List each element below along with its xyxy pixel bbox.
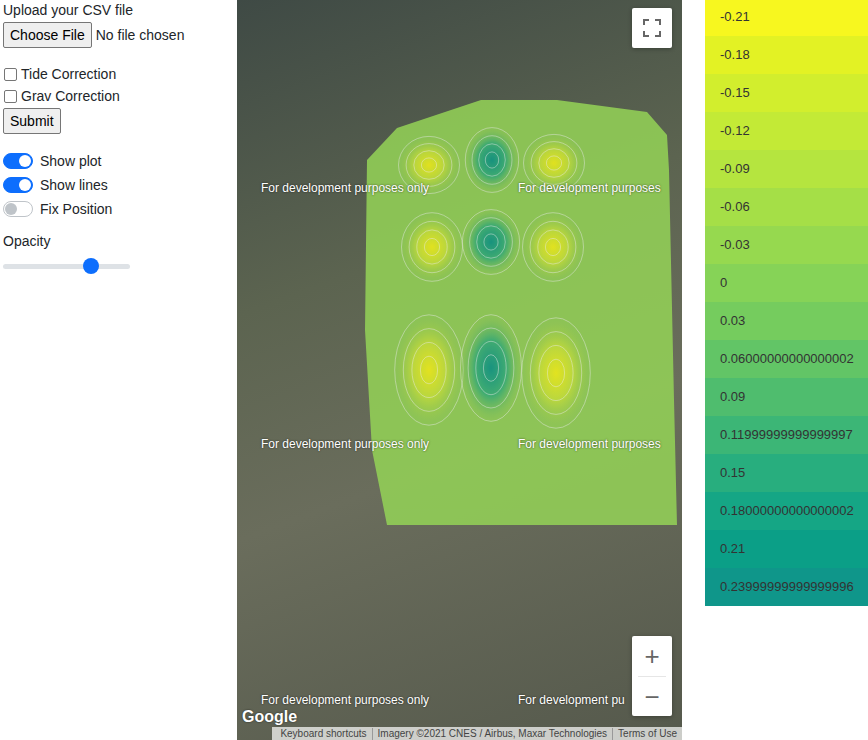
dev-watermark: For development purposes bbox=[518, 437, 661, 452]
opacity-label: Opacity bbox=[3, 232, 237, 250]
legend-value: 0.15 bbox=[720, 463, 745, 483]
slider-rail bbox=[3, 264, 130, 269]
legend-gap bbox=[682, 0, 705, 740]
attribution-item[interactable]: Terms of Use bbox=[612, 728, 682, 740]
legend-row: 0.23999999999999996 bbox=[705, 568, 868, 606]
opacity-slider[interactable] bbox=[3, 258, 130, 274]
legend-value: -0.09 bbox=[720, 159, 750, 179]
checkbox-label: Grav Correction bbox=[21, 86, 120, 107]
legend-value: 0.09 bbox=[720, 387, 745, 407]
toggle-switch[interactable] bbox=[3, 177, 33, 193]
legend-row: -0.12 bbox=[705, 112, 868, 150]
submit-wrap: Submit bbox=[3, 108, 237, 134]
dev-watermark: For development pu bbox=[518, 693, 625, 708]
legend-value: -0.21 bbox=[720, 7, 750, 27]
submit-button[interactable]: Submit bbox=[3, 108, 61, 134]
legend-row: -0.09 bbox=[705, 150, 868, 188]
legend-row: 0.21 bbox=[705, 530, 868, 568]
legend-row: 0.18000000000000002 bbox=[705, 492, 868, 530]
zoom-control: +− bbox=[632, 636, 672, 716]
legend-value: 0.23999999999999996 bbox=[720, 577, 854, 597]
checkbox-label: Tide Correction bbox=[21, 64, 116, 85]
slider-track[interactable] bbox=[3, 258, 130, 274]
legend-value: 0.21 bbox=[720, 539, 745, 559]
toggle-switch[interactable] bbox=[3, 153, 33, 169]
legend-value: -0.15 bbox=[720, 83, 750, 103]
legend-row: -0.06 bbox=[705, 188, 868, 226]
map[interactable]: For development purposes only For develop… bbox=[237, 0, 682, 740]
legend-value: -0.18 bbox=[720, 45, 750, 65]
color-legend: -0.21 -0.18 -0.15 -0.12 -0.09 -0.06 -0.03 0 0.03… bbox=[705, 0, 868, 740]
fullscreen-icon bbox=[643, 19, 661, 37]
checkbox-row[interactable]: Grav Correction bbox=[3, 85, 237, 107]
legend-value: 0.03 bbox=[720, 311, 745, 331]
toggle-knob bbox=[19, 179, 31, 191]
legend-value: 0.18000000000000002 bbox=[720, 501, 854, 521]
dev-watermark: For development purposes only bbox=[261, 693, 429, 708]
legend-row: 0 bbox=[705, 264, 868, 302]
attribution-item: Imagery ©2021 CNES / Airbus, Maxar Techn… bbox=[372, 728, 613, 740]
zoom-out-button[interactable]: − bbox=[632, 677, 672, 716]
toggle-label: Fix Position bbox=[40, 199, 112, 220]
slider-thumb[interactable] bbox=[83, 258, 99, 274]
correction-options: Tide CorrectionGrav Correction bbox=[3, 63, 237, 107]
legend-value: 0.11999999999999997 bbox=[720, 425, 853, 445]
google-logo: Google bbox=[242, 708, 297, 726]
choose-file-button[interactable]: Choose File bbox=[3, 22, 92, 48]
legend-row: 0.09 bbox=[705, 378, 868, 416]
toggle-list: Show plot Show lines Fix Position bbox=[3, 149, 237, 221]
gravity-plot bbox=[237, 0, 682, 740]
checkbox[interactable] bbox=[4, 90, 17, 103]
toggle-knob bbox=[5, 203, 17, 215]
legend-row: -0.15 bbox=[705, 74, 868, 112]
legend-value: -0.03 bbox=[720, 235, 750, 255]
legend-row: -0.21 bbox=[705, 0, 868, 36]
file-status: No file chosen bbox=[96, 25, 185, 46]
toggle-label: Show lines bbox=[40, 175, 108, 196]
legend-value: -0.06 bbox=[720, 197, 750, 217]
dev-watermark: For development purposes bbox=[518, 181, 661, 196]
legend-value: 0 bbox=[720, 273, 727, 293]
fullscreen-button[interactable] bbox=[632, 8, 672, 48]
toggle-row[interactable]: Show plot bbox=[3, 149, 237, 173]
file-input[interactable]: Choose FileNo file chosen bbox=[3, 22, 237, 48]
legend-row: 0.06000000000000002 bbox=[705, 340, 868, 378]
toggle-knob bbox=[19, 155, 31, 167]
toggle-label: Show plot bbox=[40, 151, 101, 172]
zoom-in-button[interactable]: + bbox=[632, 636, 672, 676]
legend-row: -0.03 bbox=[705, 226, 868, 264]
legend-row: 0.15 bbox=[705, 454, 868, 492]
attribution-item[interactable]: Keyboard shortcuts bbox=[275, 728, 371, 740]
toggle-row[interactable]: Show lines bbox=[3, 173, 237, 197]
checkbox[interactable] bbox=[4, 68, 17, 81]
toggle-switch[interactable] bbox=[3, 201, 33, 217]
dev-watermark: For development purposes only bbox=[261, 181, 429, 196]
upload-label: Upload your CSV file bbox=[3, 1, 237, 19]
legend-value: -0.12 bbox=[720, 121, 750, 141]
dev-watermark: For development purposes only bbox=[261, 437, 429, 452]
attribution-bar: Keyboard shortcutsImagery ©2021 CNES / A… bbox=[272, 727, 682, 740]
legend-row: 0.11999999999999997 bbox=[705, 416, 868, 454]
legend-row: 0.03 bbox=[705, 302, 868, 340]
control-panel: Upload your CSV file Choose FileNo file c… bbox=[0, 0, 237, 740]
legend-row: -0.18 bbox=[705, 36, 868, 74]
legend-value: 0.06000000000000002 bbox=[720, 349, 854, 369]
toggle-row[interactable]: Fix Position bbox=[3, 197, 237, 221]
checkbox-row[interactable]: Tide Correction bbox=[3, 63, 237, 85]
